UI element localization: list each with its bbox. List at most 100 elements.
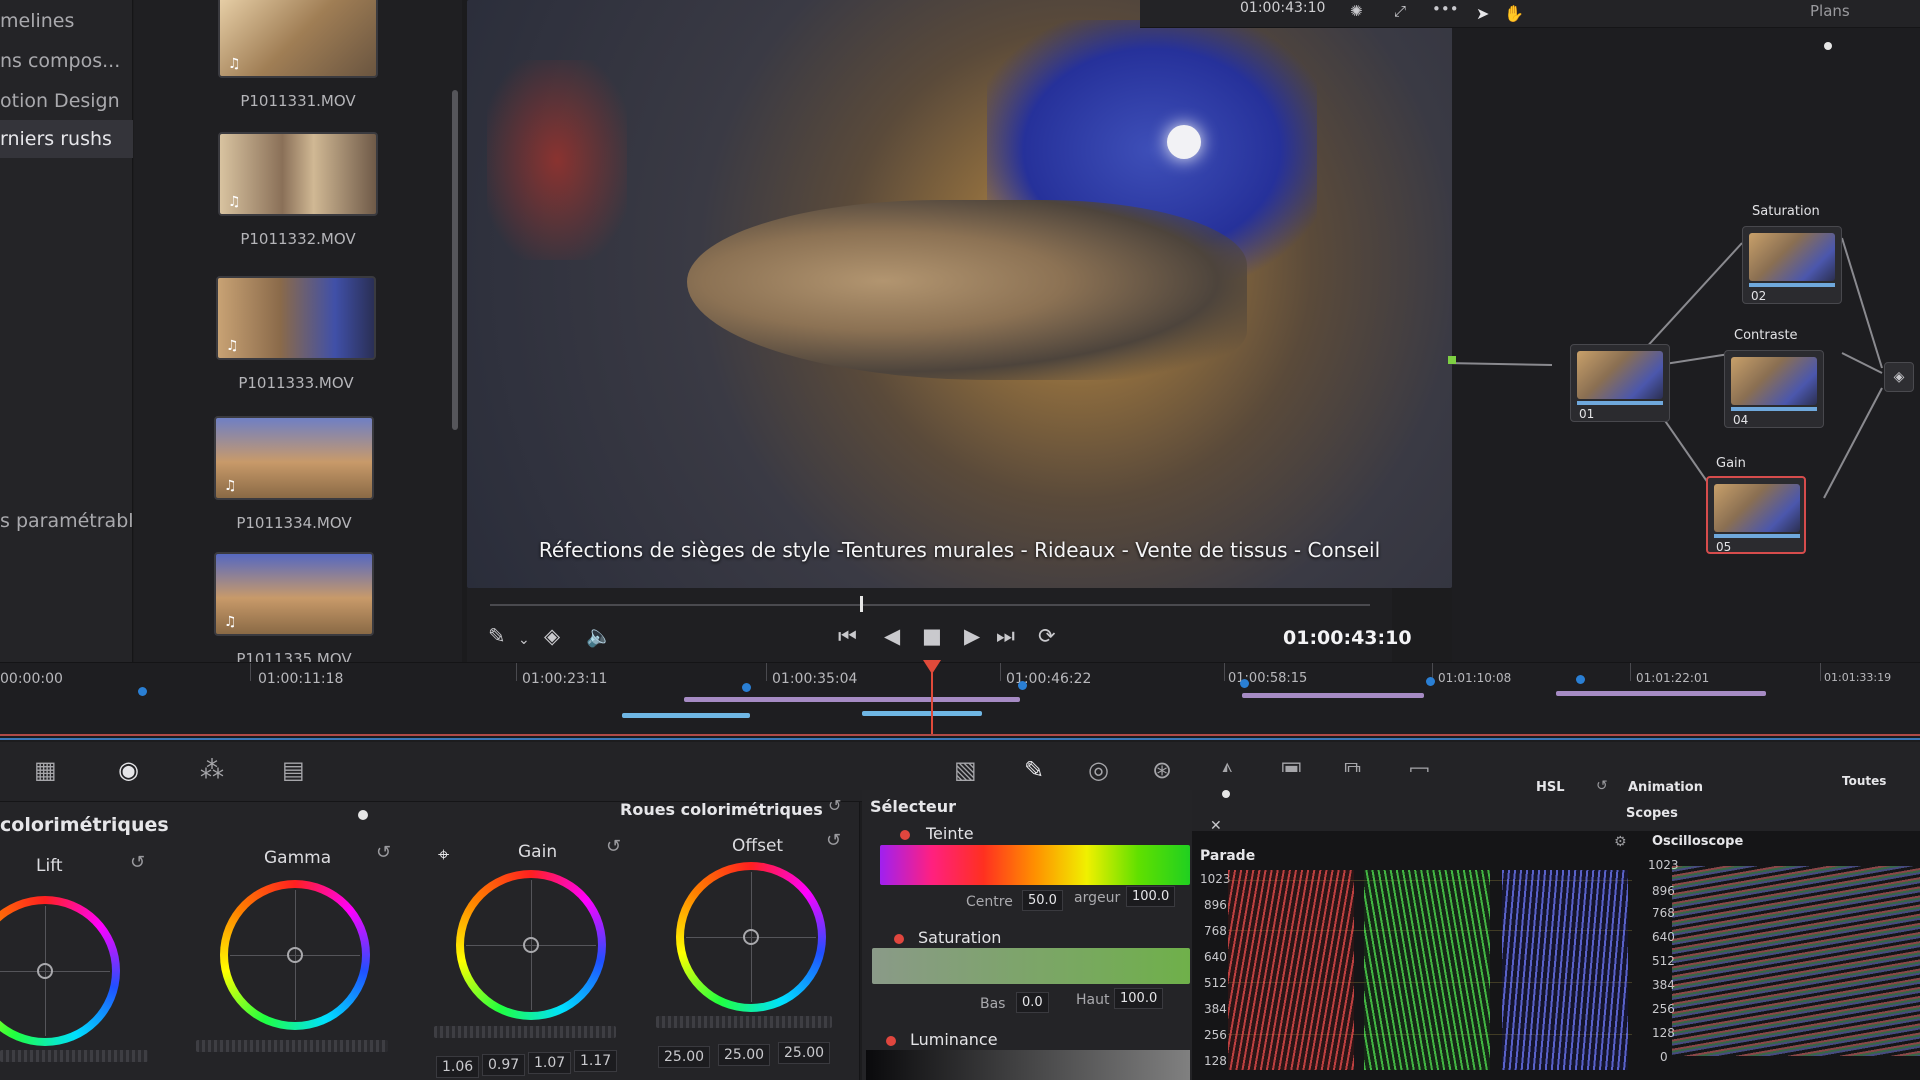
- timeline-ruler[interactable]: 00:00:00 01:00:11:18 01:00:23:11 01:00:3…: [0, 662, 1920, 734]
- stop-icon[interactable]: ■: [922, 624, 942, 648]
- chevron-down-icon[interactable]: ⌄: [518, 632, 530, 648]
- high-value[interactable]: 100.0: [1114, 988, 1164, 1009]
- gain-value-b[interactable]: 1.17: [574, 1050, 618, 1072]
- qualifier-icon[interactable]: ✎: [1024, 756, 1044, 784]
- offset-wheel-handle[interactable]: [743, 929, 759, 945]
- timeline-clip[interactable]: [622, 713, 750, 718]
- timeline-clip[interactable]: [862, 711, 982, 716]
- saturation-range-bar[interactable]: [872, 948, 1190, 984]
- more-icon[interactable]: •••: [1432, 0, 1459, 18]
- curves-icon[interactable]: ▧: [954, 756, 977, 784]
- gamma-wheel-handle[interactable]: [287, 947, 303, 963]
- media-scrollbar[interactable]: [452, 90, 458, 430]
- luminance-range-bar[interactable]: [866, 1050, 1190, 1080]
- center-value[interactable]: 50.0: [1022, 890, 1063, 911]
- hand-icon[interactable]: ✋: [1504, 4, 1524, 23]
- volume-icon[interactable]: 🔈: [586, 624, 612, 649]
- reset-icon[interactable]: ↺: [376, 842, 391, 863]
- step-back-icon[interactable]: ◀: [884, 624, 900, 648]
- page-dot[interactable]: [1222, 790, 1230, 798]
- reset-icon[interactable]: ↺: [606, 836, 621, 857]
- clip-item[interactable]: ♫ P1011332.MOV: [218, 132, 378, 248]
- oscilloscope-selector[interactable]: Oscilloscope: [1652, 834, 1743, 849]
- reset-icon[interactable]: ↺: [828, 796, 841, 815]
- gamma-master-slider[interactable]: [196, 1040, 388, 1052]
- lift-master-slider[interactable]: [0, 1050, 148, 1062]
- clip-item[interactable]: ♫ P1011334.MOV: [214, 416, 374, 532]
- parade-green-channel: [1364, 870, 1490, 1070]
- tracker-icon[interactable]: ⊛: [1152, 756, 1172, 784]
- timeline-clip[interactable]: [684, 697, 1020, 702]
- color-wheels-icon[interactable]: ◉: [118, 756, 139, 784]
- wheels-mode-selector[interactable]: Roues colorimétriques: [620, 800, 823, 819]
- sidebar-item-timelines[interactable]: melines: [0, 2, 133, 40]
- osc-axis-label: 0: [1660, 1050, 1668, 1064]
- sidebar-item-motion-design[interactable]: otion Design: [0, 82, 133, 120]
- rgb-mixer-icon[interactable]: ⁂: [200, 756, 224, 784]
- gain-value-g[interactable]: 1.07: [528, 1052, 572, 1074]
- offset-value-r[interactable]: 25.00: [658, 1046, 711, 1068]
- layers-icon[interactable]: ◈: [544, 624, 560, 648]
- low-value[interactable]: 0.0: [1016, 992, 1049, 1013]
- node-02[interactable]: 02: [1742, 226, 1842, 304]
- camera-raw-icon[interactable]: ▦: [34, 756, 57, 784]
- hue-range-bar[interactable]: [880, 845, 1190, 885]
- gain-wheel-handle[interactable]: [523, 937, 539, 953]
- hsl-mode-selector[interactable]: HSL: [1536, 780, 1565, 795]
- motion-effects-icon[interactable]: ▤: [282, 756, 305, 784]
- timeline-marker[interactable]: [1018, 681, 1027, 690]
- input-port[interactable]: [1448, 356, 1456, 364]
- page-dot[interactable]: [358, 810, 368, 820]
- hue-enable-toggle[interactable]: [900, 830, 910, 840]
- node-05[interactable]: 05: [1706, 476, 1806, 554]
- timeline-marker[interactable]: [742, 683, 751, 692]
- sidebar-item-derniers-rushs[interactable]: rniers rushs: [0, 120, 133, 158]
- offset-value-b[interactable]: 25.00: [778, 1042, 831, 1064]
- scrub-handle[interactable]: [859, 596, 863, 612]
- timeline-marker[interactable]: [1576, 675, 1585, 684]
- parade-selector[interactable]: Parade: [1200, 848, 1255, 864]
- saturation-enable-toggle[interactable]: [894, 934, 904, 944]
- sparkle-icon[interactable]: ✺: [1350, 2, 1363, 20]
- expand-icon[interactable]: ⤢: [1394, 2, 1406, 20]
- sidebar-item-compositions[interactable]: ns compos...: [0, 42, 133, 80]
- timeline-marker[interactable]: [138, 687, 147, 696]
- timeline-marker[interactable]: [1240, 679, 1249, 688]
- reset-icon[interactable]: ↺: [130, 852, 145, 873]
- node-id: 04: [1733, 413, 1749, 427]
- reset-icon[interactable]: ↺: [1596, 778, 1608, 794]
- lift-wheel-handle[interactable]: [37, 963, 53, 979]
- offset-master-slider[interactable]: [656, 1016, 832, 1028]
- width-value[interactable]: 100.0: [1126, 886, 1176, 907]
- gain-value-y[interactable]: 1.06: [436, 1056, 480, 1078]
- luminance-enable-toggle[interactable]: [886, 1036, 896, 1046]
- node-page-indicator[interactable]: [1824, 42, 1832, 50]
- pointer-icon[interactable]: ➤: [1476, 4, 1489, 23]
- crosshair-icon[interactable]: ⌖: [438, 842, 449, 866]
- timeline-clip[interactable]: [1242, 693, 1424, 698]
- sidebar-item-parametrables[interactable]: s paramétrables: [0, 502, 133, 540]
- settings-icon[interactable]: ⚙: [1614, 834, 1627, 850]
- output-node-icon[interactable]: ◈: [1884, 362, 1914, 392]
- play-icon[interactable]: ▶: [964, 624, 980, 648]
- timeline-clip[interactable]: [1556, 691, 1766, 696]
- clip-item[interactable]: ♫ P1011335.MOV: [214, 552, 374, 668]
- node-04[interactable]: 04: [1724, 350, 1824, 428]
- timeline-marker[interactable]: [1426, 677, 1435, 686]
- eyedropper-icon[interactable]: ✎: [488, 624, 506, 648]
- offset-value-g[interactable]: 25.00: [718, 1044, 771, 1066]
- plans-selector[interactable]: Plans: [1810, 2, 1850, 20]
- gain-master-slider[interactable]: [434, 1026, 616, 1038]
- gain-value-r[interactable]: 0.97: [482, 1054, 526, 1076]
- clip-item[interactable]: ♫ P1011333.MOV: [216, 276, 376, 392]
- skip-start-icon[interactable]: ⏮: [838, 624, 857, 649]
- node-01[interactable]: 01: [1570, 344, 1670, 422]
- scope-axis-label: 256: [1204, 1028, 1227, 1042]
- window-icon[interactable]: ◎: [1088, 756, 1109, 784]
- clip-item[interactable]: ♫ P1011331.MOV: [218, 0, 378, 110]
- reset-icon[interactable]: ↺: [826, 830, 841, 851]
- all-selector[interactable]: Toutes: [1842, 774, 1886, 788]
- scrub-track[interactable]: [490, 604, 1370, 606]
- loop-icon[interactable]: ⟳: [1038, 624, 1056, 648]
- skip-end-icon[interactable]: ⏭: [996, 624, 1015, 649]
